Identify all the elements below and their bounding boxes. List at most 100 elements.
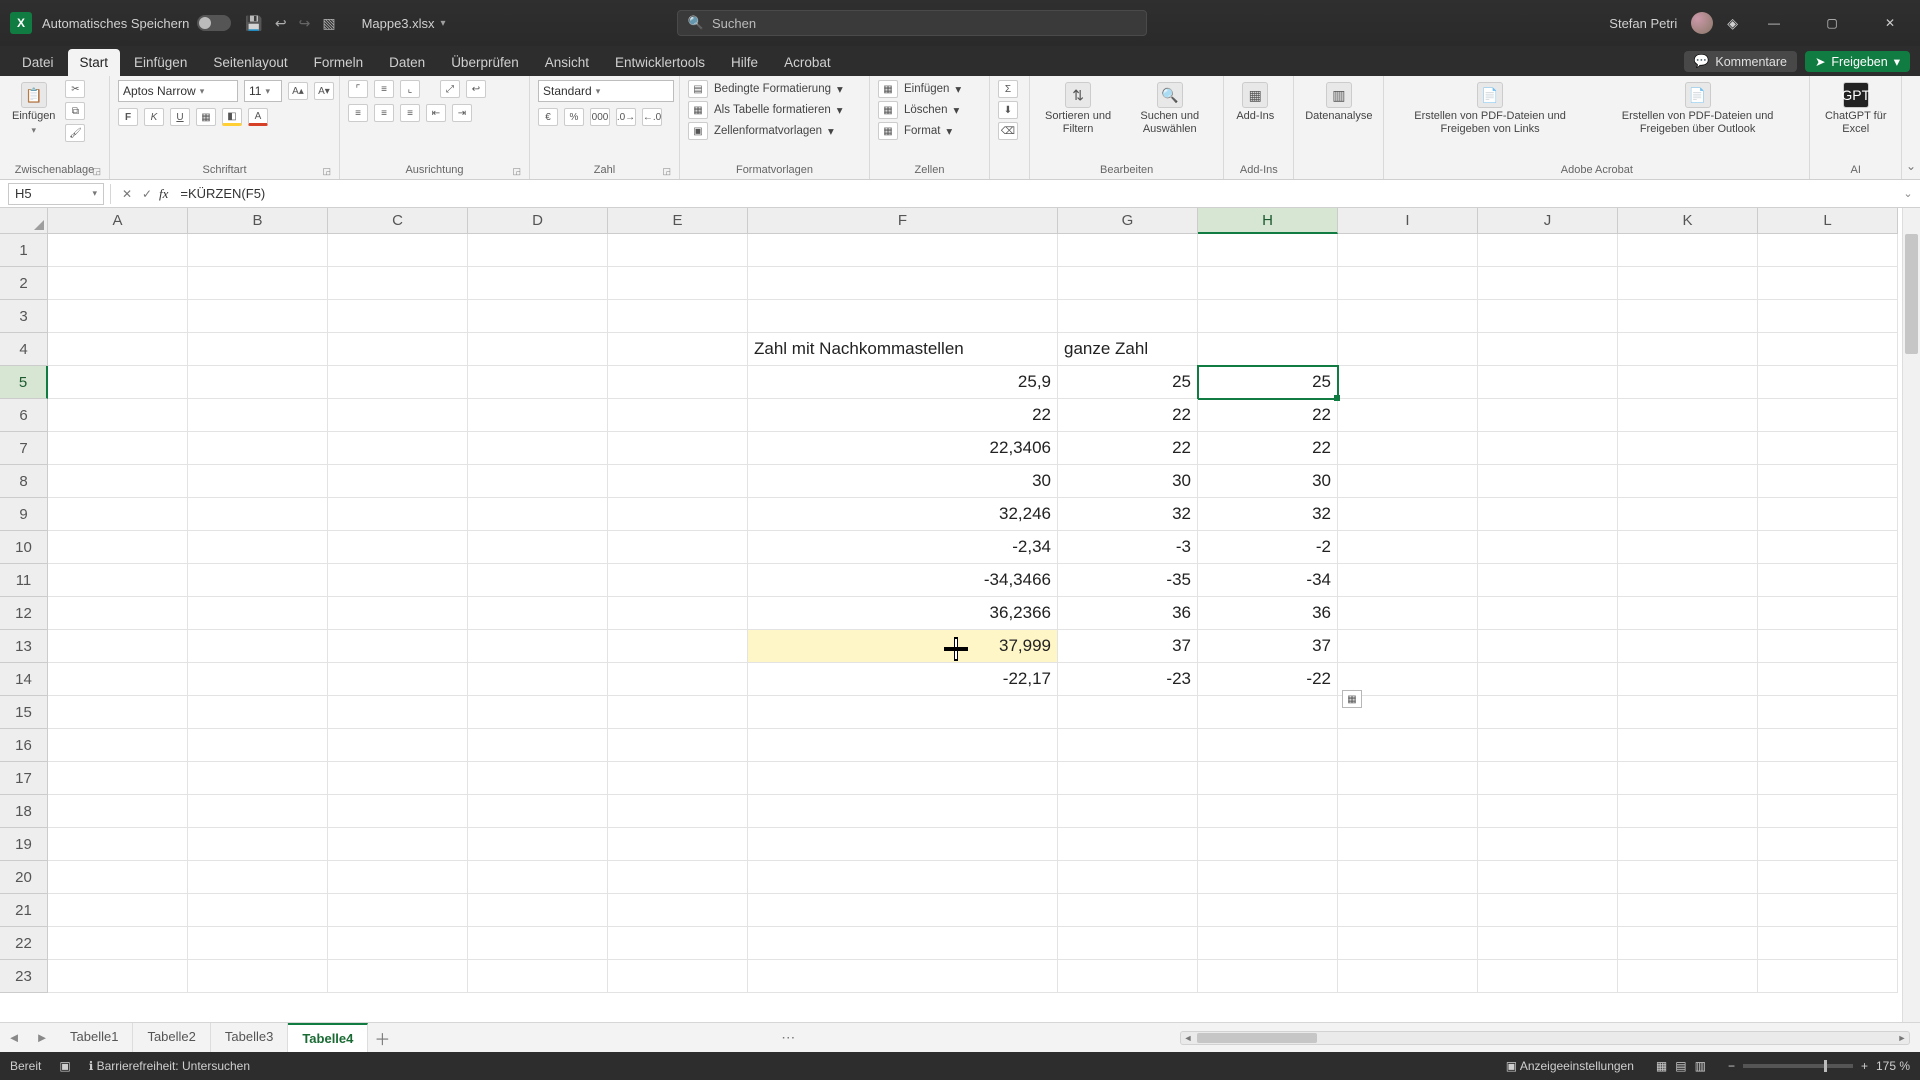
grow-font-icon[interactable]: A▴ (288, 82, 308, 100)
select-all-button[interactable] (0, 208, 48, 234)
cell-E20[interactable] (608, 861, 748, 894)
ribbon-tab-überprüfen[interactable]: Überprüfen (439, 49, 531, 76)
bold-icon[interactable]: F (118, 108, 138, 126)
cell-I12[interactable] (1338, 597, 1478, 630)
cell-I13[interactable] (1338, 630, 1478, 663)
cell-C11[interactable] (328, 564, 468, 597)
align-center-icon[interactable]: ≡ (374, 104, 394, 122)
cell-E8[interactable] (608, 465, 748, 498)
cell-J13[interactable] (1478, 630, 1618, 663)
cell-J21[interactable] (1478, 894, 1618, 927)
chatgpt-button[interactable]: GPTChatGPT für Excel (1818, 80, 1893, 137)
cell-E15[interactable] (608, 696, 748, 729)
cell-E7[interactable] (608, 432, 748, 465)
cell-A4[interactable] (48, 333, 188, 366)
cell-E6[interactable] (608, 399, 748, 432)
cell-J16[interactable] (1478, 729, 1618, 762)
cell-E14[interactable] (608, 663, 748, 696)
cell-B3[interactable] (188, 300, 328, 333)
cell-I9[interactable] (1338, 498, 1478, 531)
cell-A14[interactable] (48, 663, 188, 696)
cell-F8[interactable]: 30 (748, 465, 1058, 498)
cell-styles-button[interactable]: ▣Zellenformatvorlagen ▾ (688, 122, 834, 140)
cell-A8[interactable] (48, 465, 188, 498)
launcher-icon[interactable]: ◲ (92, 166, 101, 177)
cell-C14[interactable] (328, 663, 468, 696)
cell-E4[interactable] (608, 333, 748, 366)
cell-K15[interactable] (1618, 696, 1758, 729)
cell-F10[interactable]: -2,34 (748, 531, 1058, 564)
cell-F23[interactable] (748, 960, 1058, 993)
cell-B12[interactable] (188, 597, 328, 630)
cell-D8[interactable] (468, 465, 608, 498)
addins-button[interactable]: ▦Add-Ins (1232, 80, 1278, 125)
comma-icon[interactable]: 000 (590, 108, 610, 126)
column-header-A[interactable]: A (48, 208, 188, 234)
cell-A23[interactable] (48, 960, 188, 993)
cell-L3[interactable] (1758, 300, 1898, 333)
cell-C18[interactable] (328, 795, 468, 828)
cell-C8[interactable] (328, 465, 468, 498)
cell-I11[interactable] (1338, 564, 1478, 597)
expand-formula-bar-icon[interactable]: ⌄ (1896, 187, 1920, 200)
cell-B9[interactable] (188, 498, 328, 531)
redo-icon[interactable]: ↪ (299, 15, 311, 32)
cell-D18[interactable] (468, 795, 608, 828)
cell-J10[interactable] (1478, 531, 1618, 564)
fill-icon[interactable]: ⬇ (998, 101, 1018, 119)
cell-F2[interactable] (748, 267, 1058, 300)
tab-menu-icon[interactable]: ⋯ (776, 1029, 800, 1046)
cell-C15[interactable] (328, 696, 468, 729)
cell-K4[interactable] (1618, 333, 1758, 366)
cell-G9[interactable]: 32 (1058, 498, 1198, 531)
cell-C9[interactable] (328, 498, 468, 531)
cell-I21[interactable] (1338, 894, 1478, 927)
cell-F6[interactable]: 22 (748, 399, 1058, 432)
row-header-12[interactable]: 12 (0, 597, 48, 630)
cell-B4[interactable] (188, 333, 328, 366)
row-headers[interactable]: 1234567891011121314151617181920212223 (0, 234, 48, 1022)
align-bottom-icon[interactable]: ⌞ (400, 80, 420, 98)
row-header-23[interactable]: 23 (0, 960, 48, 993)
ribbon-tab-entwicklertools[interactable]: Entwicklertools (603, 49, 717, 76)
column-header-C[interactable]: C (328, 208, 468, 234)
sheet-tab-tabelle1[interactable]: Tabelle1 (56, 1023, 133, 1052)
cell-E2[interactable] (608, 267, 748, 300)
ribbon-tab-einfügen[interactable]: Einfügen (122, 49, 199, 76)
formula-input[interactable]: =KÜRZEN(F5) (174, 186, 1896, 201)
cell-F13[interactable]: 37,999 (748, 630, 1058, 663)
cell-A7[interactable] (48, 432, 188, 465)
insert-cells-button[interactable]: ▦Einfügen ▾ (878, 80, 961, 98)
comments-button[interactable]: 💬 Kommentare (1684, 51, 1797, 72)
ribbon-tab-hilfe[interactable]: Hilfe (719, 49, 770, 76)
cell-L19[interactable] (1758, 828, 1898, 861)
format-cells-button[interactable]: ▦Format ▾ (878, 122, 952, 140)
cell-G22[interactable] (1058, 927, 1198, 960)
cell-J15[interactable] (1478, 696, 1618, 729)
cell-B11[interactable] (188, 564, 328, 597)
cell-K21[interactable] (1618, 894, 1758, 927)
cell-G23[interactable] (1058, 960, 1198, 993)
cell-J4[interactable] (1478, 333, 1618, 366)
cell-A20[interactable] (48, 861, 188, 894)
cell-F18[interactable] (748, 795, 1058, 828)
row-header-20[interactable]: 20 (0, 861, 48, 894)
cell-I19[interactable] (1338, 828, 1478, 861)
format-as-table-button[interactable]: ▦Als Tabelle formatieren ▾ (688, 101, 843, 119)
zoom-value[interactable]: 175 % (1876, 1059, 1910, 1073)
cell-J6[interactable] (1478, 399, 1618, 432)
cell-J1[interactable] (1478, 234, 1618, 267)
shrink-font-icon[interactable]: A▾ (314, 82, 334, 100)
column-header-L[interactable]: L (1758, 208, 1898, 234)
cell-I17[interactable] (1338, 762, 1478, 795)
indent-increase-icon[interactable]: ⇥ (452, 104, 472, 122)
row-header-10[interactable]: 10 (0, 531, 48, 564)
cell-B22[interactable] (188, 927, 328, 960)
cell-D1[interactable] (468, 234, 608, 267)
ribbon-tab-seitenlayout[interactable]: Seitenlayout (201, 49, 299, 76)
cell-K1[interactable] (1618, 234, 1758, 267)
launcher-icon[interactable]: ◲ (322, 166, 331, 177)
cell-D4[interactable] (468, 333, 608, 366)
cell-C1[interactable] (328, 234, 468, 267)
cell-D20[interactable] (468, 861, 608, 894)
